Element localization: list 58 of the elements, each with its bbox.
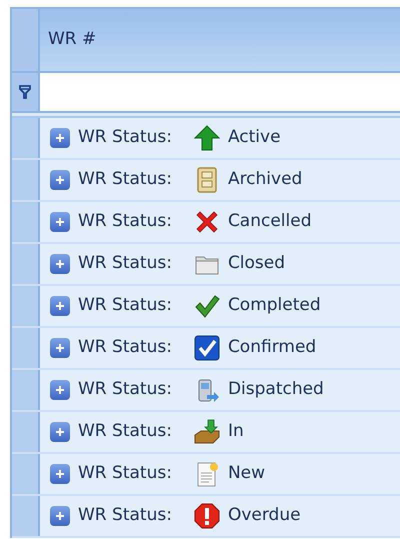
plus-icon: [55, 217, 65, 227]
group-label: WR Status:: [78, 294, 172, 318]
group-row[interactable]: WR Status: New: [40, 454, 400, 494]
group-row[interactable]: WR Status: Active: [40, 118, 400, 158]
plus-icon: [55, 427, 65, 437]
group-value: Archived: [228, 168, 302, 192]
filter-icon[interactable]: [19, 85, 31, 99]
checkmark-icon: [194, 293, 220, 319]
expand-button[interactable]: [50, 464, 70, 484]
group-row[interactable]: WR Status: Closed: [40, 244, 400, 284]
group-value: Closed: [228, 252, 286, 276]
group-label: WR Status:: [78, 210, 172, 234]
column-header[interactable]: WR #: [40, 9, 400, 71]
group-label: WR Status:: [78, 504, 172, 528]
plus-icon: [55, 511, 65, 521]
group-value: Overdue: [228, 504, 301, 528]
plus-icon: [55, 301, 65, 311]
group-label: WR Status:: [78, 126, 172, 150]
group-value: Completed: [228, 294, 321, 318]
plus-icon: [55, 343, 65, 353]
group-label: WR Status:: [78, 336, 172, 360]
group-row[interactable]: WR Status: Completed: [40, 286, 400, 326]
expand-button[interactable]: [50, 422, 70, 442]
tray-icon: [194, 419, 220, 445]
up-arrow-icon: [194, 125, 220, 151]
plus-icon: [55, 469, 65, 479]
plus-icon: [55, 385, 65, 395]
expand-button[interactable]: [50, 170, 70, 190]
group-row[interactable]: WR Status: Confirmed: [40, 328, 400, 368]
expand-button[interactable]: [50, 128, 70, 148]
group-value: Active: [228, 126, 281, 150]
group-row[interactable]: WR Status: In: [40, 412, 400, 452]
expand-button[interactable]: [50, 380, 70, 400]
expand-button[interactable]: [50, 212, 70, 232]
plus-icon: [55, 133, 65, 143]
group-label: WR Status:: [78, 420, 172, 444]
expand-button[interactable]: [50, 296, 70, 316]
plus-icon: [55, 259, 65, 269]
plus-icon: [55, 175, 65, 185]
group-label: WR Status:: [78, 168, 172, 192]
group-row[interactable]: WR Status: Cancelled: [40, 202, 400, 242]
group-row[interactable]: WR Status: Overdue: [40, 496, 400, 536]
group-label: WR Status:: [78, 252, 172, 276]
group-row[interactable]: WR Status: Archived: [40, 160, 400, 200]
group-value: Dispatched: [228, 378, 324, 402]
group-value: New: [228, 462, 266, 486]
cross-icon: [194, 209, 220, 235]
alert-icon: [194, 503, 220, 529]
expand-button[interactable]: [50, 254, 70, 274]
group-value: In: [228, 420, 244, 444]
expand-button[interactable]: [50, 338, 70, 358]
group-label: WR Status:: [78, 378, 172, 402]
group-value: Confirmed: [228, 336, 316, 360]
group-value: Cancelled: [228, 210, 312, 234]
group-row[interactable]: WR Status: Dispatched: [40, 370, 400, 410]
expand-button[interactable]: [50, 506, 70, 526]
checkbox-icon: [194, 335, 220, 361]
group-label: WR Status:: [78, 462, 172, 486]
